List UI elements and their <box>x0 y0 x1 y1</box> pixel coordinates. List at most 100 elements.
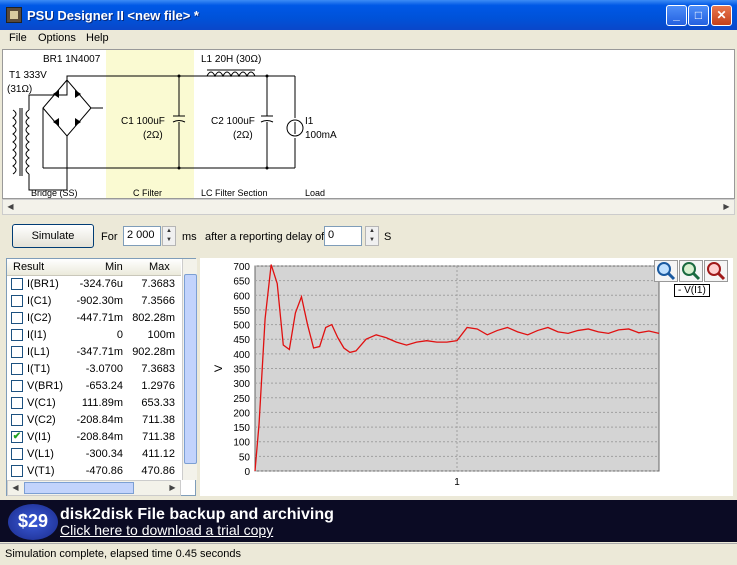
result-checkbox[interactable] <box>11 295 23 307</box>
menu-file[interactable]: File <box>9 32 27 44</box>
status-text: Simulation complete, elapsed time 0.45 s… <box>5 548 242 560</box>
result-row[interactable]: I(L1) -347.71m 902.28m <box>7 344 181 361</box>
results-hscroll[interactable]: ◀ ▶ <box>7 480 181 496</box>
result-checkbox[interactable] <box>11 278 23 290</box>
scroll-right-icon[interactable]: ▶ <box>165 481 180 495</box>
caption-bridge: Bridge (SS) <box>31 188 78 198</box>
close-button[interactable]: ✕ <box>711 5 732 26</box>
legend-label: - V(I1) <box>674 284 710 297</box>
y-tick-label: 650 <box>233 277 250 288</box>
y-axis-label: V <box>213 364 225 372</box>
result-row[interactable]: V(T1) -470.86 470.86 <box>7 463 181 480</box>
app-icon[interactable] <box>6 7 22 23</box>
result-max: 1.2976 <box>141 380 175 392</box>
result-max: 653.33 <box>141 397 175 409</box>
ad-link[interactable]: Click here to download a trial copy <box>60 522 273 538</box>
ad-banner[interactable]: $29 disk2disk File backup and archiving … <box>0 500 737 542</box>
result-row[interactable]: I(C1) -902.30m 7.3566 <box>7 293 181 310</box>
result-min: -3.0700 <box>85 363 123 375</box>
duration-spinner[interactable]: ▲ ▼ <box>162 226 176 246</box>
caption-cfilter: C Filter <box>133 188 162 198</box>
result-row[interactable]: I(T1) -3.0700 7.3683 <box>7 361 181 378</box>
result-name: I(C1) <box>27 295 52 307</box>
result-checkbox[interactable] <box>11 329 23 341</box>
result-name: I(T1) <box>27 363 51 375</box>
result-row[interactable]: I(C2) -447.71m 802.28m <box>7 310 181 327</box>
minimize-button[interactable]: _ <box>666 5 687 26</box>
result-row[interactable]: V(L1) -300.34 411.12 <box>7 446 181 463</box>
scroll-left-icon[interactable]: ◀ <box>8 481 23 495</box>
result-max: 100m <box>147 329 175 341</box>
result-checkbox[interactable] <box>11 465 23 477</box>
schematic-drawing <box>12 69 304 191</box>
y-tick-label: 0 <box>244 467 250 478</box>
y-tick-label: 400 <box>233 350 250 361</box>
y-tick-label: 50 <box>239 452 251 463</box>
simulate-button[interactable]: Simulate <box>12 224 94 248</box>
result-min: -300.34 <box>85 448 123 460</box>
menu-help[interactable]: Help <box>86 32 109 44</box>
result-checkbox[interactable] <box>11 363 23 375</box>
menu-options[interactable]: Options <box>38 32 76 44</box>
col-min[interactable]: Min <box>105 261 123 273</box>
result-checkbox[interactable] <box>11 346 23 358</box>
waveform-chart[interactable]: 0 50 100 150 200 250 300 350 400 450 500 550 600 650 7… <box>200 258 733 496</box>
result-checkbox[interactable] <box>11 380 23 392</box>
status-bar: Simulation complete, elapsed time 0.45 s… <box>0 543 737 565</box>
result-row[interactable]: V(C2) -208.84m 711.38 <box>7 412 181 429</box>
result-checkbox[interactable] <box>11 397 23 409</box>
delay-input[interactable]: 0 <box>324 226 362 246</box>
i1-label: I1 <box>305 116 314 127</box>
h-scroll-thumb[interactable] <box>24 482 134 494</box>
result-name: I(I1) <box>27 329 47 341</box>
y-tick-label: 500 <box>233 321 250 332</box>
results-vscroll[interactable] <box>182 259 197 480</box>
maximize-button[interactable]: □ <box>688 5 709 26</box>
result-name: V(T1) <box>27 465 55 477</box>
menu-bar: File Options Help <box>0 30 737 48</box>
caption-lcfilter: LC Filter Section <box>201 188 268 198</box>
zoom-out-icon[interactable] <box>679 260 703 282</box>
y-tick-label: 100 <box>233 438 250 449</box>
result-name: V(I1) <box>27 431 51 443</box>
result-checkbox[interactable] <box>11 414 23 426</box>
zoom-reset-icon[interactable] <box>704 260 728 282</box>
result-min: 0 <box>116 329 123 341</box>
result-min: -208.84m <box>76 414 123 426</box>
result-row[interactable]: V(BR1) -653.24 1.2976 <box>7 378 181 395</box>
result-row[interactable]: V(C1) 111.89m 653.33 <box>7 395 181 412</box>
rectifier-label: BR1 1N4007 <box>43 54 101 65</box>
result-max: 470.86 <box>141 465 175 477</box>
result-checkbox[interactable] <box>11 448 23 460</box>
scroll-left-icon[interactable]: ◀ <box>3 200 18 214</box>
result-min: -347.71m <box>76 346 123 358</box>
c2-label: C2 100uF <box>211 116 255 127</box>
zoom-in-icon[interactable] <box>654 260 678 282</box>
y-tick-label: 550 <box>233 306 250 317</box>
result-max: 902.28m <box>132 346 175 358</box>
scroll-thumb[interactable] <box>184 274 197 464</box>
duration-input[interactable]: 2 000 <box>123 226 161 246</box>
result-row[interactable]: ✔ V(I1) -208.84m 711.38 <box>7 429 181 446</box>
result-max: 411.12 <box>142 448 175 460</box>
scroll-right-icon[interactable]: ▶ <box>719 200 734 214</box>
result-checkbox[interactable]: ✔ <box>11 431 23 443</box>
col-max[interactable]: Max <box>149 261 170 273</box>
result-name: I(BR1) <box>27 278 59 290</box>
i1-value: 100mA <box>305 130 337 141</box>
result-name: V(C1) <box>27 397 56 409</box>
transformer-res: (31Ω) <box>7 84 33 95</box>
caption-load: Load <box>305 188 326 198</box>
y-tick-label: 300 <box>233 379 250 390</box>
result-checkbox[interactable] <box>11 312 23 324</box>
x-tick-label: 1 <box>454 477 460 488</box>
result-max: 711.38 <box>142 431 175 443</box>
delay-spinner[interactable]: ▲ ▼ <box>365 226 379 246</box>
result-min: -653.24 <box>85 380 123 392</box>
circuit-diagram[interactable]: T1 333V (31Ω) BR1 1N4007 C1 100uF (2Ω) L… <box>2 49 735 199</box>
col-result[interactable]: Result <box>13 261 44 273</box>
result-row[interactable]: I(I1) 0 100m <box>7 327 181 344</box>
y-tick-label: 250 <box>233 394 250 405</box>
circuit-scrollbar[interactable]: ◀ ▶ <box>2 199 735 215</box>
result-row[interactable]: I(BR1) -324.76u 7.3683 <box>7 276 181 293</box>
